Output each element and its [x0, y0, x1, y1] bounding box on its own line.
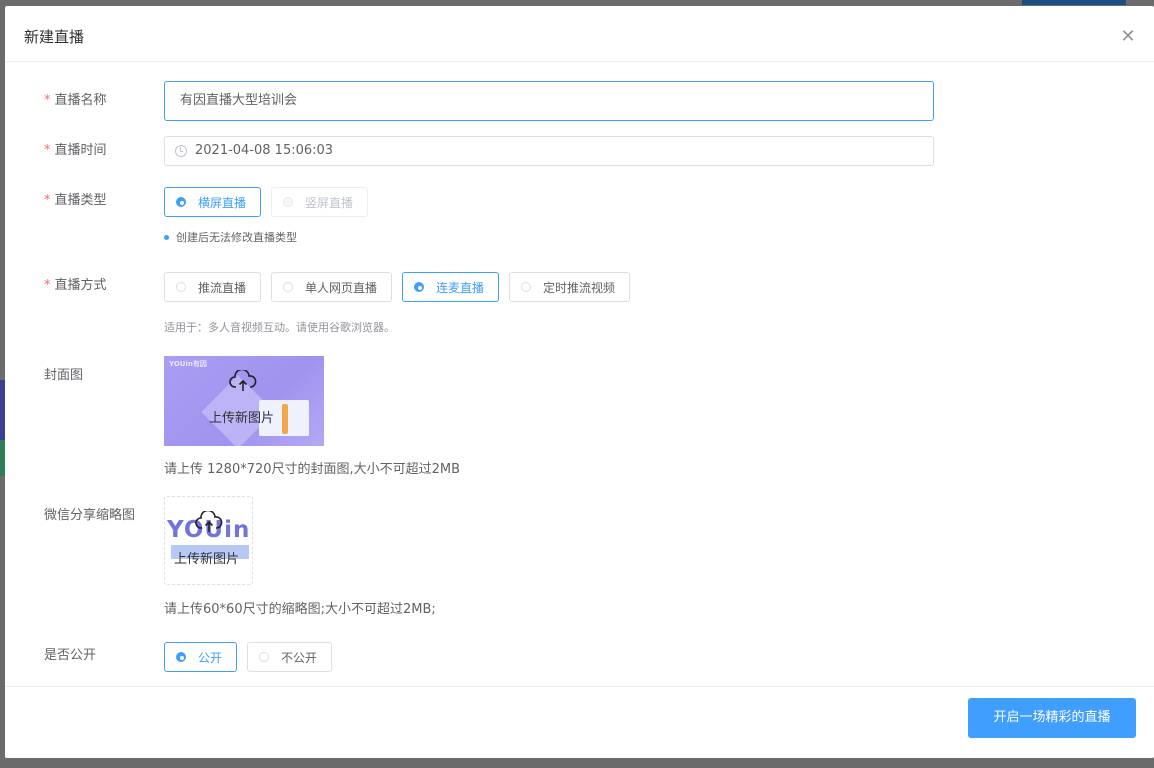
radio-portrait-live: 竖屏直播: [271, 187, 368, 217]
radio-push-stream-live[interactable]: 推流直播: [164, 272, 261, 302]
radio-dot: [176, 652, 186, 662]
live-time-picker[interactable]: 2021-04-08 15:06:03: [164, 136, 934, 166]
dialog-title: 新建直播: [24, 28, 85, 46]
radio-scheduled-stream-video[interactable]: 定时推流视频: [509, 272, 630, 302]
new-live-dialog: 新建直播 ✕ * 直播名称 有因直播大型培训会 * 直播时间 2021-04-08 …: [5, 6, 1154, 758]
dialog-header: 新建直播 ✕: [5, 6, 1154, 62]
live-name-value: 有因直播大型培训会: [180, 93, 298, 108]
cover-decoration: [282, 404, 288, 434]
radio-single-web-live[interactable]: 单人网页直播: [271, 272, 392, 302]
wechat-thumb-upload[interactable]: YOUin 上传新图片: [164, 496, 253, 585]
public-label: 是否公开: [44, 648, 97, 663]
clock-icon: [175, 145, 187, 157]
radio-not-public[interactable]: 不公开: [247, 642, 332, 672]
radio-dot: [521, 282, 531, 292]
radio-public[interactable]: 公开: [164, 642, 237, 672]
live-name-input[interactable]: 有因直播大型培训会: [164, 81, 934, 121]
start-live-button[interactable]: 开启一场精彩的直播: [968, 698, 1136, 738]
radio-landscape-live[interactable]: 横屏直播: [164, 187, 261, 217]
radio-dot: [176, 197, 186, 207]
cover-upload[interactable]: YOUin有因 上传新图片: [164, 356, 324, 446]
wechat-thumb-note: 请上传60*60尺寸的缩略图;大小不可超过2MB;: [164, 602, 436, 617]
thumb-upload-text: 上传新图片: [174, 552, 240, 567]
live-name-label: * 直播名称: [44, 93, 107, 108]
cover-note: 请上传 1280*720尺寸的封面图,大小不可超过2MB: [164, 462, 461, 477]
cover-brand-text: YOUin有因: [169, 360, 207, 368]
live-type-label: * 直播类型: [44, 193, 107, 208]
cloud-upload-icon: [229, 370, 257, 391]
cover-label: 封面图: [44, 368, 84, 383]
cover-upload-text: 上传新图片: [209, 411, 275, 426]
radio-dot: [414, 282, 424, 292]
wechat-thumb-label: 微信分享缩略图: [44, 508, 136, 523]
close-icon[interactable]: ✕: [1119, 28, 1137, 46]
cloud-upload-icon: [195, 511, 223, 532]
live-time-label: * 直播时间: [44, 143, 107, 158]
live-mode-hint: 适用于：多人音视频互动。请使用谷歌浏览器。: [164, 321, 395, 334]
radio-dot: [283, 282, 293, 292]
radio-dot: [176, 282, 186, 292]
live-time-value: 2021-04-08 15:06:03: [195, 143, 334, 158]
radio-dot: [259, 652, 269, 662]
live-type-hint: 创建后无法修改直播类型: [164, 229, 297, 245]
backdrop-header-button: [1022, 0, 1126, 5]
radio-co-host-live[interactable]: 连麦直播: [402, 272, 499, 302]
radio-dot: [283, 197, 293, 207]
dialog-footer: 开启一场精彩的直播: [5, 686, 1154, 758]
live-mode-label: * 直播方式: [44, 278, 107, 293]
